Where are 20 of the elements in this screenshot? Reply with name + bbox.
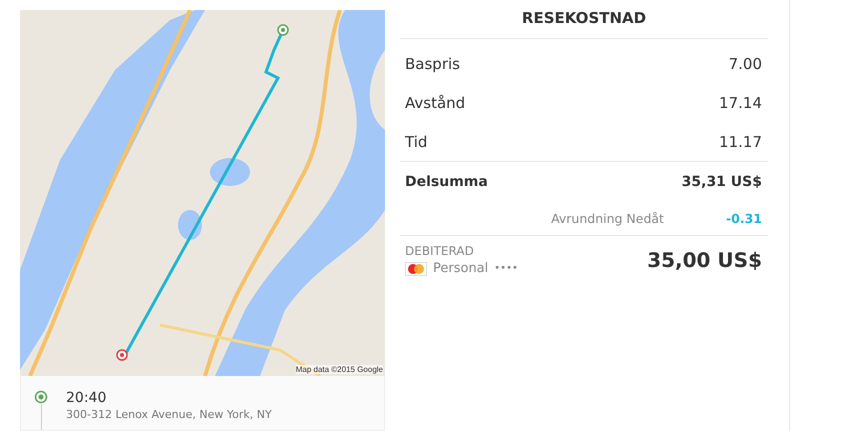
charged-label: DEBITERAD <box>405 244 475 258</box>
subtotal-label: Delsumma <box>405 174 488 190</box>
fare-title: RESEKOSTNAD <box>400 0 768 39</box>
fare-value: 7.00 <box>728 54 762 72</box>
fare-label: Baspris <box>405 54 460 72</box>
fare-value: 11.17 <box>719 132 762 150</box>
rounding-label: Avrundning Nedåt <box>550 211 665 226</box>
map-attribution: Map data ©2015 Google <box>296 365 383 374</box>
fare-label: Avstånd <box>405 94 466 112</box>
card-number-mask: •••• <box>494 263 518 274</box>
pickup-address: 300-312 Lenox Avenue, New York, NY <box>66 408 272 421</box>
card-name: Personal <box>433 261 488 276</box>
fare-value: 17.14 <box>719 94 762 112</box>
subtotal-value: 35,31 US$ <box>682 174 762 190</box>
rounding-value: -0.31 <box>726 211 762 226</box>
charged-amount: 35,00 US$ <box>647 248 762 272</box>
fare-label: Tid <box>405 132 428 150</box>
pickup-time: 20:40 <box>66 390 108 406</box>
pickup-icon <box>34 390 48 404</box>
card-icon <box>405 262 427 276</box>
